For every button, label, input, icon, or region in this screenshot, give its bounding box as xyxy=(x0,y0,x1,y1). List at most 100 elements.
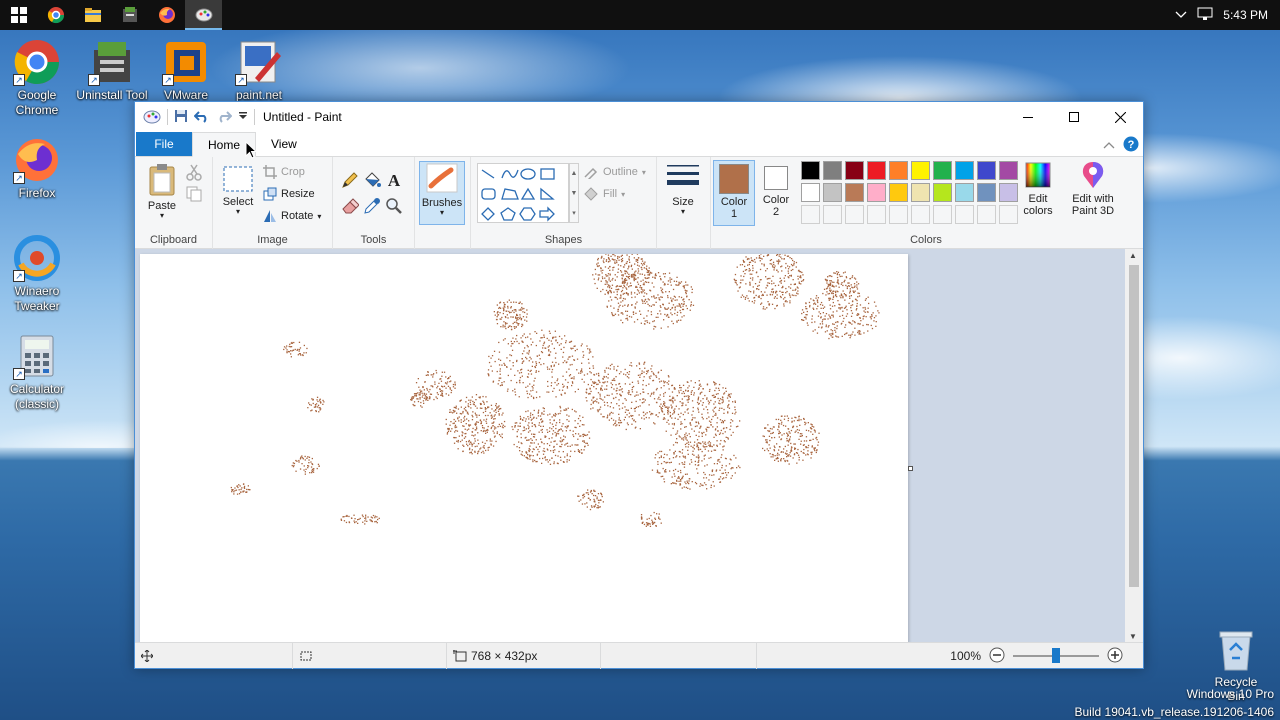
desktop-icon-winaero-tweaker[interactable]: ↗ Winaero Tweaker xyxy=(0,234,74,314)
paint3d-icon xyxy=(1082,162,1104,188)
eraser-icon[interactable] xyxy=(341,197,360,215)
palette-color-swatch[interactable] xyxy=(999,161,1018,180)
maximize-button[interactable] xyxy=(1051,102,1097,132)
brushes-button[interactable]: Brushes ▾ xyxy=(419,161,465,225)
palette-custom-slot[interactable] xyxy=(977,205,996,224)
palette-custom-slot[interactable] xyxy=(933,205,952,224)
selection-size-icon xyxy=(300,651,312,660)
edit-3d-label-2: Paint 3D xyxy=(1071,205,1115,217)
zoom-slider[interactable] xyxy=(1013,648,1099,663)
paste-button[interactable]: Paste ▾ xyxy=(141,163,183,220)
crop-button[interactable]: Crop xyxy=(263,165,305,179)
tab-view[interactable]: View xyxy=(256,132,312,156)
desktop-icon-uninstall-tool[interactable]: ↗ Uninstall Tool xyxy=(75,38,149,103)
resize-handle[interactable] xyxy=(908,466,913,471)
text-icon[interactable]: A xyxy=(385,171,403,190)
palette-color-swatch[interactable] xyxy=(845,161,864,180)
palette-color-swatch[interactable] xyxy=(955,183,974,202)
drawing-canvas[interactable] xyxy=(140,249,908,643)
color1-number: 1 xyxy=(730,208,738,220)
magnifier-icon[interactable] xyxy=(385,197,403,215)
palette-color-swatch[interactable] xyxy=(801,161,820,180)
network-icon[interactable] xyxy=(1197,7,1213,24)
color1-swatch xyxy=(719,164,749,194)
fill-bucket-icon[interactable] xyxy=(363,171,381,189)
undo-icon[interactable] xyxy=(193,109,210,126)
palette-color-swatch[interactable] xyxy=(845,183,864,202)
palette-custom-slot[interactable] xyxy=(867,205,886,224)
palette-color-swatch[interactable] xyxy=(867,161,886,180)
cut-icon[interactable] xyxy=(185,163,203,181)
palette-color-swatch[interactable] xyxy=(977,183,996,202)
palette-custom-slot[interactable] xyxy=(911,205,930,224)
size-button[interactable]: Size ▾ xyxy=(664,163,702,216)
help-icon[interactable]: ? xyxy=(1123,136,1139,155)
taskbar-firefox[interactable] xyxy=(148,0,185,30)
palette-custom-slot[interactable] xyxy=(823,205,842,224)
shapes-gallery[interactable] xyxy=(477,163,569,223)
tab-file[interactable]: File xyxy=(136,132,192,156)
collapse-ribbon-icon[interactable] xyxy=(1103,140,1115,152)
chevron-up-icon[interactable] xyxy=(1175,8,1187,22)
clock[interactable]: 5:43 PM xyxy=(1223,8,1268,22)
desktop-icon-chrome[interactable]: ↗ Google Chrome xyxy=(0,38,74,118)
fill-button[interactable]: Fill ▾ xyxy=(583,187,625,201)
customize-qat-icon[interactable] xyxy=(238,111,248,124)
taskbar-paint[interactable] xyxy=(185,0,222,30)
minimize-button[interactable] xyxy=(1005,102,1051,132)
outline-button[interactable]: Outline ▾ xyxy=(583,165,646,179)
palette-custom-slot[interactable] xyxy=(999,205,1018,224)
shapes-scroll[interactable]: ▲ ▼ ▾ xyxy=(569,163,579,223)
rotate-button[interactable]: Rotate ▾ xyxy=(263,209,321,223)
palette-color-swatch[interactable] xyxy=(867,183,886,202)
color2-button[interactable]: Color 2 xyxy=(757,160,795,226)
copy-icon[interactable] xyxy=(185,185,203,203)
desktop-icon-firefox[interactable]: ↗ Firefox xyxy=(0,136,74,201)
palette-color-swatch[interactable] xyxy=(801,183,820,202)
edit-with-paint3d-button[interactable]: Edit with Paint 3D xyxy=(1063,160,1123,217)
palette-custom-slot[interactable] xyxy=(955,205,974,224)
palette-color-swatch[interactable] xyxy=(911,183,930,202)
palette-color-swatch[interactable] xyxy=(889,183,908,202)
palette-color-swatch[interactable] xyxy=(889,161,908,180)
zoom-out-icon[interactable] xyxy=(989,647,1005,666)
palette-custom-slot[interactable] xyxy=(889,205,908,224)
polygon-shape-icon xyxy=(501,188,519,200)
scroll-up-icon[interactable]: ▲ xyxy=(1129,251,1137,260)
resize-button[interactable]: Resize xyxy=(263,187,315,201)
palette-color-swatch[interactable] xyxy=(999,183,1018,202)
palette-color-swatch[interactable] xyxy=(823,161,842,180)
pencil-icon[interactable] xyxy=(341,171,359,189)
color-picker-icon[interactable] xyxy=(363,197,381,215)
palette-color-swatch[interactable] xyxy=(823,183,842,202)
vertical-scrollbar[interactable]: ▲ ▼ xyxy=(1125,249,1143,643)
color2-number: 2 xyxy=(772,206,780,218)
group-clipboard: Paste ▾ Clipboard xyxy=(135,157,213,249)
desktop-icon-label: Firefox xyxy=(18,186,56,200)
start-button[interactable] xyxy=(0,0,37,30)
taskbar-chrome[interactable] xyxy=(37,0,74,30)
redo-icon[interactable] xyxy=(216,109,233,126)
palette-custom-slot[interactable] xyxy=(845,205,864,224)
taskbar-file-explorer[interactable] xyxy=(74,0,111,30)
zoom-in-icon[interactable] xyxy=(1107,647,1123,666)
scrollbar-thumb[interactable] xyxy=(1129,265,1139,587)
close-button[interactable] xyxy=(1097,102,1143,132)
taskbar-uninstall-tool[interactable] xyxy=(111,0,148,30)
desktop-icon-vmware[interactable]: ↗ VMware xyxy=(149,38,223,103)
palette-color-swatch[interactable] xyxy=(911,161,930,180)
palette-color-swatch[interactable] xyxy=(933,183,952,202)
palette-custom-slot[interactable] xyxy=(801,205,820,224)
desktop-icon-paint-net[interactable]: ↗ paint.net xyxy=(222,38,296,103)
color1-button[interactable]: Color 1 xyxy=(713,160,755,226)
palette-color-swatch[interactable] xyxy=(933,161,952,180)
edit-colors-button[interactable]: Edit colors xyxy=(1019,160,1057,217)
select-button[interactable]: Select ▾ xyxy=(219,165,257,216)
palette-color-swatch[interactable] xyxy=(955,161,974,180)
zoom-slider-knob[interactable] xyxy=(1052,648,1060,663)
save-icon[interactable] xyxy=(174,109,188,126)
palette-color-swatch[interactable] xyxy=(977,161,996,180)
scroll-down-icon[interactable]: ▼ xyxy=(1129,632,1137,641)
desktop-icon-calculator[interactable]: ↗ Calculator (classic) xyxy=(0,332,74,412)
paint-app-icon[interactable] xyxy=(143,108,161,127)
